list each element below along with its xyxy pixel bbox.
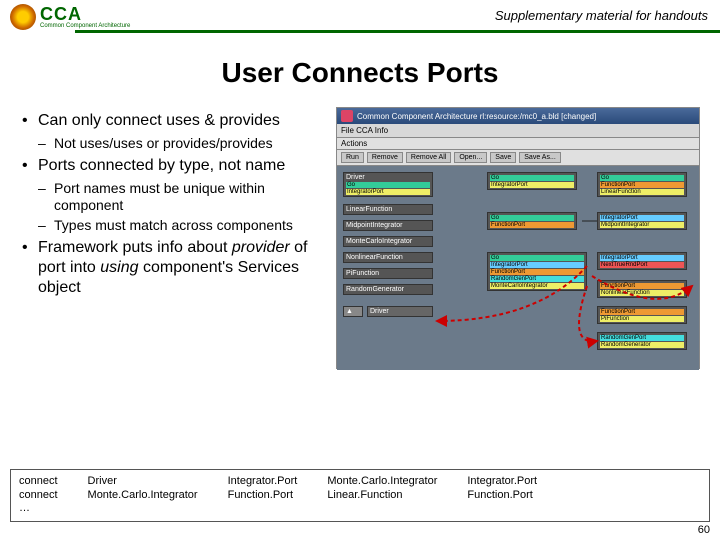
comp-mi[interactable]: MidpointIntegrator [343, 220, 433, 231]
code-c2b: Monte.Carlo.Integrator [88, 489, 198, 503]
remove-all-button[interactable]: Remove All [406, 152, 451, 163]
code-c3a: Integrator.Port [228, 475, 298, 489]
page-title: User Connects Ports [0, 57, 720, 89]
cca-title: CCA [40, 5, 130, 23]
run-button[interactable]: Run [341, 152, 364, 163]
comp-lf[interactable]: LinearFunction [343, 204, 433, 215]
comp-mid-go[interactable]: GoFunctionPort [487, 212, 577, 230]
code-c1a: connect [19, 475, 58, 489]
code-c5a: Integrator.Port [467, 475, 537, 489]
window-subheader: Actions [337, 138, 699, 150]
save-button[interactable]: Save [490, 152, 516, 163]
saveas-button[interactable]: Save As... [519, 152, 561, 163]
bullet-1a: Not uses/uses or provides/provides [38, 135, 336, 152]
comp-driver[interactable]: DriverGoIntegratorPort [343, 172, 433, 197]
comp-nlf[interactable]: NonlinearFunction [343, 252, 433, 263]
code-block: connect connect … Driver Monte.Carlo.Int… [10, 469, 710, 522]
code-c4a: Monte.Carlo.Integrator [327, 475, 437, 489]
code-c1c: … [19, 502, 58, 516]
code-c4b: Linear.Function [327, 489, 437, 503]
window-menu: File CCA Info [337, 124, 699, 138]
cca-subtitle: Common Component Architecture [40, 23, 130, 29]
comp-mci[interactable]: MonteCarloIntegrator [343, 236, 433, 247]
remove-button[interactable]: Remove [367, 152, 403, 163]
bullet-2b: Types must match across components [38, 217, 336, 234]
canvas: DriverGoIntegratorPort LinearFunction Mi… [337, 166, 699, 370]
code-c3b: Function.Port [228, 489, 298, 503]
comp-mid-right[interactable]: IntegratorPortMidpointIntegrator [597, 212, 687, 230]
page-number: 60 [698, 524, 710, 536]
bullet-2: Ports connected by type, not name [22, 156, 336, 176]
comp-pf[interactable]: PiFunction [343, 268, 433, 279]
bullet-2a: Port names must be unique within compone… [38, 180, 336, 214]
header-rule [75, 30, 720, 33]
comp-pf2[interactable]: FunctionPortPiFunction [597, 306, 687, 324]
comp-nlf2[interactable]: FunctionPortNonlinearFunction [597, 280, 687, 298]
comp-right-go[interactable]: GoIntegratorPort [487, 172, 577, 190]
bullet-3: Framework puts info about provider of po… [22, 238, 336, 298]
window-title: Common Component Architecture rl:resourc… [337, 108, 699, 124]
screenshot-panel: Common Component Architecture rl:resourc… [336, 107, 700, 369]
comp-right-green[interactable]: GoFunctionPortLinearFunction [597, 172, 687, 197]
code-c1b: connect [19, 489, 58, 503]
toolbar: Run Remove Remove All Open... Save Save … [337, 150, 699, 166]
comp-rg[interactable]: RandomGenerator [343, 284, 433, 295]
code-c2a: Driver [88, 475, 198, 489]
open-button[interactable]: Open... [454, 152, 487, 163]
supplementary-label: Supplementary material for handouts [495, 8, 708, 23]
comp-rg2[interactable]: RandomGenPortRandomGenerator [597, 332, 687, 350]
comp-right-ip[interactable]: IntegratorPortNextTrueRndPort [597, 252, 687, 270]
bullet-1: Can only connect uses & provides [22, 111, 336, 131]
code-c5b: Function.Port [467, 489, 537, 503]
comp-up-icon[interactable]: ▲ [343, 306, 363, 317]
cca-logo-icon [10, 4, 36, 30]
comp-mci-full[interactable]: GoIntegratorPortFunctionPortRandomGenPor… [487, 252, 587, 291]
bullet-list: Can only connect uses & provides Not use… [14, 107, 336, 369]
comp-driver2[interactable]: Driver [367, 306, 433, 317]
